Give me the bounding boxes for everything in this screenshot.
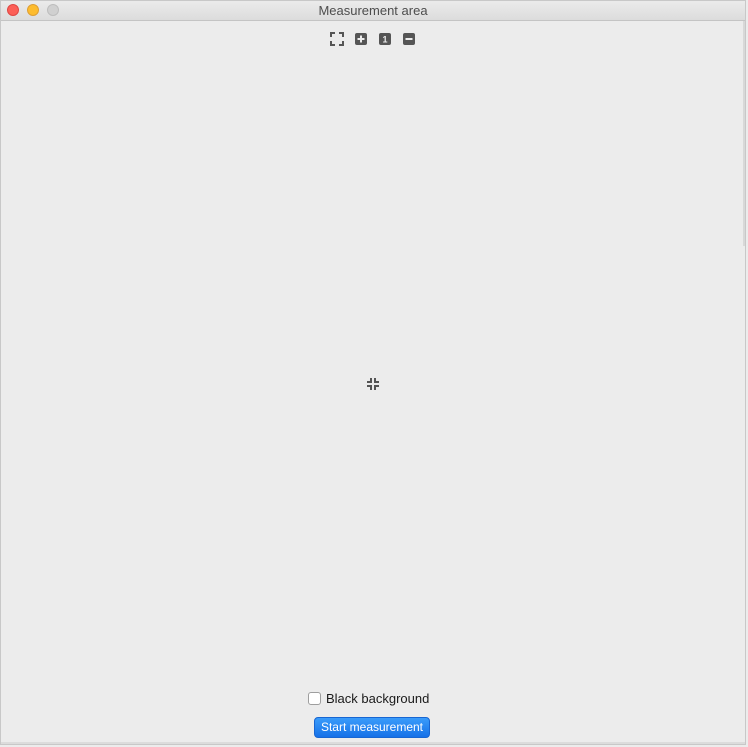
black-background-option[interactable]: Black background xyxy=(308,690,429,706)
black-background-checkbox[interactable] xyxy=(308,691,321,705)
zoom-in-button[interactable] xyxy=(354,32,368,46)
start-measurement-button[interactable]: Start measurement xyxy=(314,717,430,738)
fullscreen-button[interactable] xyxy=(330,32,344,46)
one-to-one-icon: 1 xyxy=(379,33,391,45)
actual-size-button[interactable]: 1 xyxy=(378,32,392,46)
window-edge xyxy=(743,21,745,246)
plus-icon xyxy=(355,33,367,45)
exit-fullscreen-icon[interactable] xyxy=(366,377,380,391)
minus-icon xyxy=(403,33,415,45)
actual-size-glyph: 1 xyxy=(382,35,387,45)
title-bar[interactable]: Measurement area xyxy=(1,1,745,21)
fullscreen-icon xyxy=(330,32,344,46)
zoom-out-button[interactable] xyxy=(402,32,416,46)
window-title: Measurement area xyxy=(318,3,428,18)
measurement-window: Measurement area 1 Black background Star… xyxy=(0,0,746,745)
black-background-label[interactable]: Black background xyxy=(326,691,429,706)
window-bottom-edge xyxy=(1,742,745,744)
